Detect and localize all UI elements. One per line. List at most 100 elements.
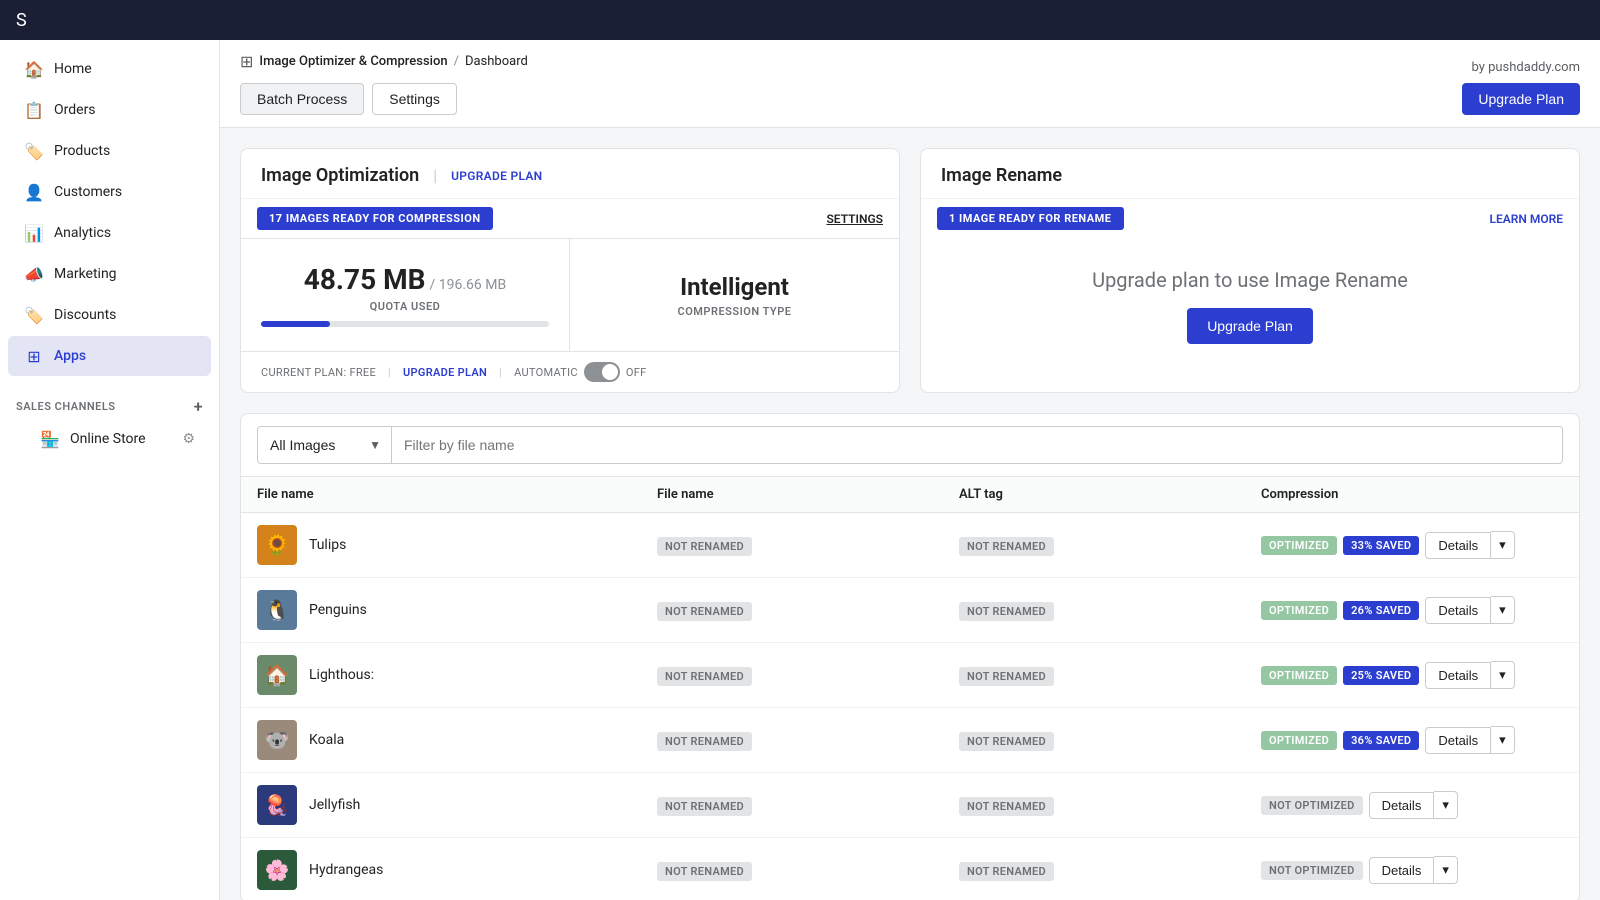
col-header-rename: File name [657,487,959,502]
details-button[interactable]: Details [1369,857,1435,884]
sidebar-item-orders[interactable]: 📋 Orders [8,90,211,130]
file-cell: 🏠 Lighthous: [257,655,657,695]
details-dropdown-button[interactable]: ▾ [1491,726,1515,754]
file-name: Penguins [309,602,367,618]
breadcrumb-app[interactable]: Image Optimizer & Compression [259,54,447,69]
upgrade-plan-button[interactable]: Upgrade Plan [1462,83,1580,115]
alt-tag: NOT RENAMED [959,667,1054,686]
file-name: Tulips [309,537,346,553]
file-name-tag-cell: NOT RENAMED [657,535,959,556]
actions-cell: Details ▾ [1425,596,1514,624]
online-store-settings-icon[interactable]: ⚙ [182,431,195,447]
quota-value: 48.75 MB [304,263,426,296]
sidebar-label-analytics: Analytics [54,225,111,241]
quota-total: / 196.66 MB [430,277,507,293]
opt-settings-link[interactable]: SETTINGS [826,212,883,226]
filter-select[interactable]: All Images Optimized Not Optimized [257,426,391,464]
opt-footer-sep2: | [499,366,502,379]
add-sales-channel-button[interactable]: + [194,397,203,416]
analytics-icon: 📊 [24,223,44,243]
file-name: Jellyfish [309,797,360,813]
sidebar-item-analytics[interactable]: 📊 Analytics [8,213,211,253]
compression-cell: OPTIMIZED 33% SAVED Details ▾ [1261,531,1563,559]
quota-bar-wrap [261,321,549,327]
opt-footer-sep1: | [388,366,391,379]
file-thumbnail: 🌻 [257,525,297,565]
details-dropdown-button[interactable]: ▾ [1434,791,1458,819]
sidebar: 🏠 Home 📋 Orders 🏷️ Products 👤 Customers … [0,40,220,900]
details-button[interactable]: Details [1425,662,1491,689]
opt-title-divider: | [433,166,437,185]
settings-button[interactable]: Settings [372,83,457,115]
alt-tag-cell: NOT RENAMED [959,600,1261,621]
current-plan-label: CURRENT PLAN: FREE [261,366,376,379]
file-name-tag: NOT RENAMED [657,537,752,556]
compression-cell: NOT OPTIMIZED Details ▾ [1261,791,1563,819]
opt-card-content: 17 IMAGES READY FOR COMPRESSION SETTINGS… [241,199,899,392]
cards-row: Image Optimization | UPGRADE PLAN 17 IMA… [240,148,1580,393]
details-dropdown-button[interactable]: ▾ [1491,531,1515,559]
quota-label: QUOTA USED [370,300,441,313]
topbar-logo: S [16,10,27,31]
col-header-filename: File name [257,487,657,502]
file-cell: 🌸 Hydrangeas [257,850,657,890]
file-thumbnail: 🐨 [257,720,297,760]
details-button[interactable]: Details [1369,792,1435,819]
sidebar-label-customers: Customers [54,184,122,200]
page-body: Image Optimization | UPGRADE PLAN 17 IMA… [220,128,1600,900]
sales-channels-label: SALES CHANNELS [16,400,116,413]
compression-stat: Intelligent COMPRESSION TYPE [570,239,899,351]
header-top-row: ⊞ Image Optimizer & Compression / Dashbo… [240,52,1580,83]
sidebar-item-marketing[interactable]: 📣 Marketing [8,254,211,294]
compression-status-tag: OPTIMIZED [1261,601,1337,620]
alt-tag: NOT RENAMED [959,537,1054,556]
compression-cell: OPTIMIZED 36% SAVED Details ▾ [1261,726,1563,754]
sidebar-item-products[interactable]: 🏷️ Products [8,131,211,171]
opt-upgrade-link[interactable]: UPGRADE PLAN [451,169,542,183]
opt-banner: 17 IMAGES READY FOR COMPRESSION SETTINGS [241,199,899,238]
alt-tag-cell: NOT RENAMED [959,535,1261,556]
compression-cell: OPTIMIZED 26% SAVED Details ▾ [1261,596,1563,624]
main-layout: 🏠 Home 📋 Orders 🏷️ Products 👤 Customers … [0,40,1600,900]
opt-card-title-row: Image Optimization | UPGRADE PLAN [241,149,899,199]
learn-more-link[interactable]: LEARN MORE [1489,212,1563,226]
saved-tag: 36% SAVED [1343,731,1419,750]
orders-icon: 📋 [24,100,44,120]
rename-body: Upgrade plan to use Image Rename Upgrade… [921,238,1579,374]
alt-tag: NOT RENAMED [959,797,1054,816]
actions-cell: Details ▾ [1369,791,1458,819]
sidebar-label-home: Home [54,61,92,77]
file-name-tag-cell: NOT RENAMED [657,665,959,686]
file-name-tag-cell: NOT RENAMED [657,795,959,816]
file-name-tag: NOT RENAMED [657,602,752,621]
sidebar-item-discounts[interactable]: 🏷️ Discounts [8,295,211,335]
file-name-tag: NOT RENAMED [657,732,752,751]
filter-input[interactable] [391,426,1563,464]
sidebar-nav: 🏠 Home 📋 Orders 🏷️ Products 👤 Customers … [0,40,219,385]
details-button[interactable]: Details [1425,727,1491,754]
rename-card-content: 1 IMAGE READY FOR RENAME LEARN MORE Upgr… [921,199,1579,374]
quota-bar [261,321,330,327]
file-thumbnail: 🌸 [257,850,297,890]
rename-badge: 1 IMAGE READY FOR RENAME [937,207,1124,230]
sidebar-item-online-store[interactable]: 🏪 Online Store ⚙ [8,421,211,457]
batch-process-button[interactable]: Batch Process [240,83,364,115]
details-button[interactable]: Details [1425,532,1491,559]
saved-tag: 33% SAVED [1343,536,1419,555]
opt-footer-upgrade-link[interactable]: UPGRADE PLAN [403,366,487,379]
details-dropdown-button[interactable]: ▾ [1434,856,1458,884]
sidebar-item-customers[interactable]: 👤 Customers [8,172,211,212]
home-icon: 🏠 [24,59,44,79]
actions-cell: Details ▾ [1425,531,1514,559]
table-wrap: All Images Optimized Not Optimized ▼ Fil… [240,413,1580,900]
details-dropdown-button[interactable]: ▾ [1491,661,1515,689]
details-dropdown-button[interactable]: ▾ [1491,596,1515,624]
alt-tag: NOT RENAMED [959,862,1054,881]
details-button[interactable]: Details [1425,597,1491,624]
rename-upgrade-button[interactable]: Upgrade Plan [1187,308,1313,344]
opt-badge: 17 IMAGES READY FOR COMPRESSION [257,207,493,230]
sidebar-item-home[interactable]: 🏠 Home [8,49,211,89]
sidebar-item-apps[interactable]: ⊞ Apps [8,336,211,376]
automatic-toggle[interactable] [584,362,620,382]
compression-status-tag: OPTIMIZED [1261,666,1337,685]
